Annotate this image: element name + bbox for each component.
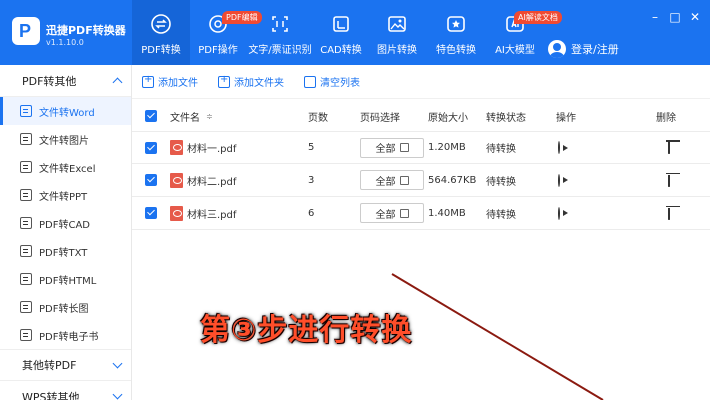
tutorial-step-text: 第③步进行转换 <box>200 313 413 348</box>
